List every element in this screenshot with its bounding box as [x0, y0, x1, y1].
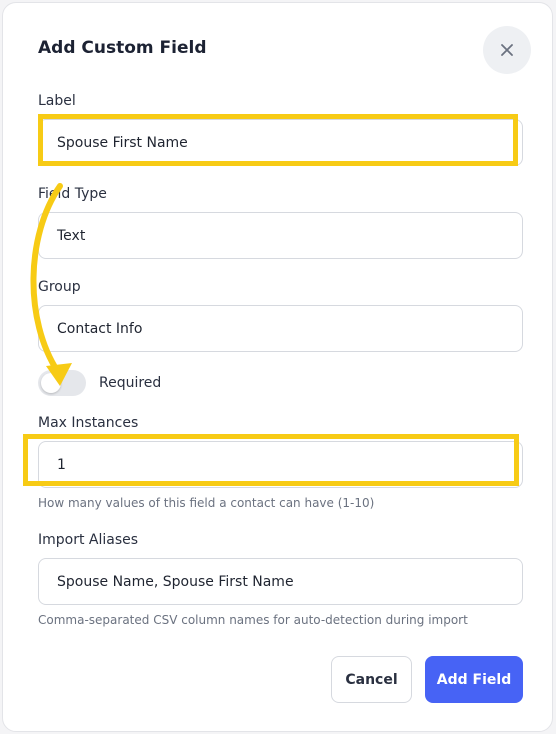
field-type-label: Field Type	[38, 186, 107, 202]
label-input[interactable]: Spouse First Name	[38, 119, 523, 166]
required-toggle[interactable]	[38, 370, 86, 396]
max-instances-hint: How many values of this field a contact …	[38, 496, 375, 510]
dialog-title: Add Custom Field	[38, 38, 207, 58]
import-aliases-hint: Comma-separated CSV column names for aut…	[38, 613, 468, 627]
add-custom-field-dialog: Add Custom Field Label Spouse First Name…	[2, 2, 553, 732]
max-instances-input[interactable]: 1	[38, 441, 523, 488]
import-aliases-input[interactable]: Spouse Name, Spouse First Name	[38, 558, 523, 605]
cancel-button[interactable]: Cancel	[331, 656, 412, 703]
add-field-button[interactable]: Add Field	[425, 656, 523, 703]
max-instances-value: 1	[57, 456, 66, 473]
required-label: Required	[99, 375, 162, 391]
import-aliases-label: Import Aliases	[38, 532, 139, 548]
field-type-value: Text	[57, 227, 86, 244]
close-icon	[501, 44, 513, 56]
field-type-select[interactable]: Text	[38, 212, 523, 259]
toggle-knob	[41, 373, 61, 393]
group-value: Contact Info	[57, 320, 143, 337]
label-field-label: Label	[38, 93, 76, 109]
group-label: Group	[38, 279, 81, 295]
close-button[interactable]	[483, 26, 531, 74]
import-aliases-value: Spouse Name, Spouse First Name	[57, 573, 294, 590]
group-select[interactable]: Contact Info	[38, 305, 523, 352]
label-input-value: Spouse First Name	[57, 134, 188, 151]
max-instances-label: Max Instances	[38, 415, 139, 431]
